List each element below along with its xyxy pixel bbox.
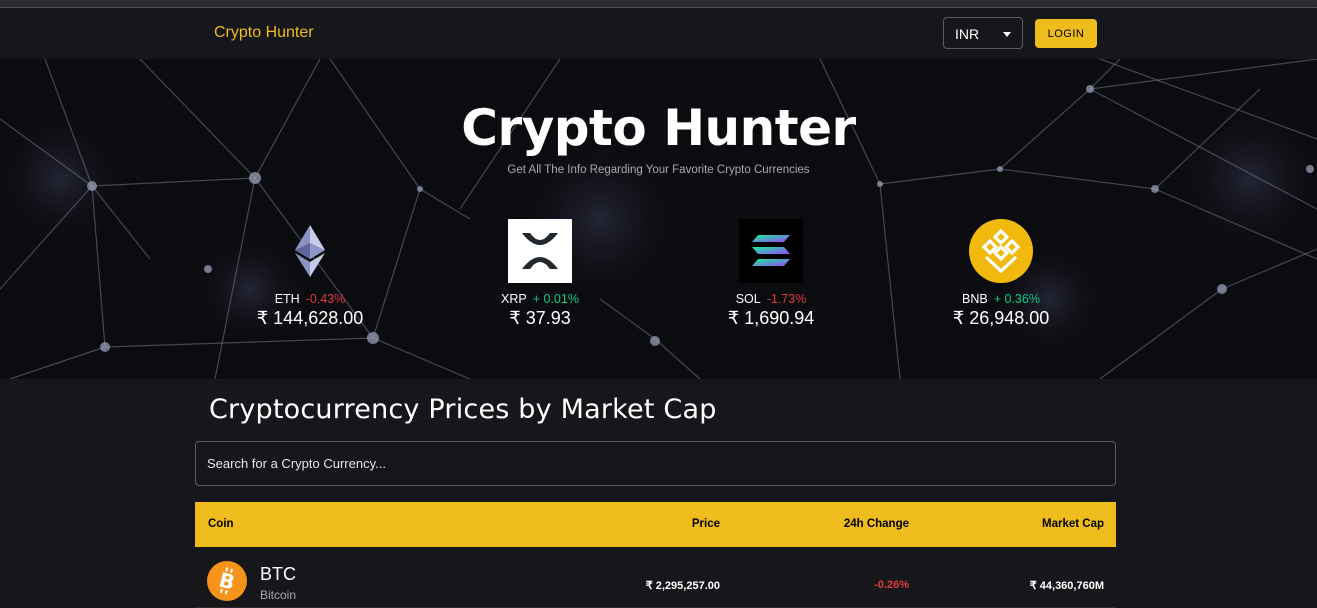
chevron-down-icon [1003, 32, 1011, 37]
coin-label: XRP + 0.01% [440, 292, 640, 306]
currency-select[interactable]: INR [943, 17, 1023, 49]
column-header-market-cap: Market Cap [1042, 518, 1104, 530]
bitcoin-icon: B [207, 561, 247, 601]
coin-change: -1.73% [766, 292, 807, 306]
coin-price: ₹ 2,295,257.00 [645, 580, 720, 592]
section-title: Cryptocurrency Prices by Market Cap [209, 394, 717, 425]
ethereum-icon [295, 225, 325, 277]
coin-price: ₹ 37.93 [509, 308, 571, 328]
table-row[interactable]: B BTC Bitcoin ₹ 2,295,257.00 -0.26% ₹ 44… [195, 548, 1116, 608]
coin-change: -0.43% [305, 292, 346, 306]
coin-market-cap: ₹ 44,360,760M [1029, 580, 1104, 592]
solana-icon [739, 219, 803, 283]
currency-value: INR [955, 26, 980, 42]
xrp-icon [508, 219, 572, 283]
coin-symbol: SOL [735, 292, 761, 306]
hero-banner: Crypto Hunter Get All The Info Regarding… [0, 59, 1317, 379]
search-input[interactable] [195, 441, 1116, 486]
coin-change: + 0.36% [993, 292, 1040, 306]
browser-top-edge [0, 0, 1317, 8]
app-header: Crypto Hunter INR LOGIN [0, 8, 1317, 59]
coin-name: Bitcoin [260, 588, 297, 602]
brand-title[interactable]: Crypto Hunter [214, 24, 314, 42]
login-button[interactable]: LOGIN [1035, 19, 1097, 48]
hero-title: Crypto Hunter [461, 99, 856, 157]
coin-label: BNB + 0.36% [901, 292, 1101, 306]
coin-change: + 0.01% [532, 292, 579, 306]
coin-price: ₹ 26,948.00 [952, 308, 1050, 328]
coin-price: ₹ 1,690.94 [727, 308, 815, 328]
coin-price: ₹ 144,628.00 [256, 308, 364, 328]
column-header-24h-change: 24h Change [843, 518, 909, 530]
column-header-coin: Coin [208, 518, 234, 530]
coin-symbol: BTC [260, 564, 296, 584]
table-header: Coin Price 24h Change Market Cap [195, 502, 1116, 547]
bnb-icon [969, 219, 1033, 283]
coin-label: SOL -1.73% [671, 292, 871, 306]
coin-symbol: XRP [501, 292, 527, 306]
column-header-price: Price [691, 518, 720, 530]
coin-symbol: BNB [962, 292, 988, 306]
hero-subtitle: Get All The Info Regarding Your Favorite… [507, 164, 810, 176]
coin-label: ETH -0.43% [210, 292, 410, 306]
coin-24h-change: -0.26% [874, 579, 909, 591]
coin-symbol: ETH [274, 292, 300, 306]
